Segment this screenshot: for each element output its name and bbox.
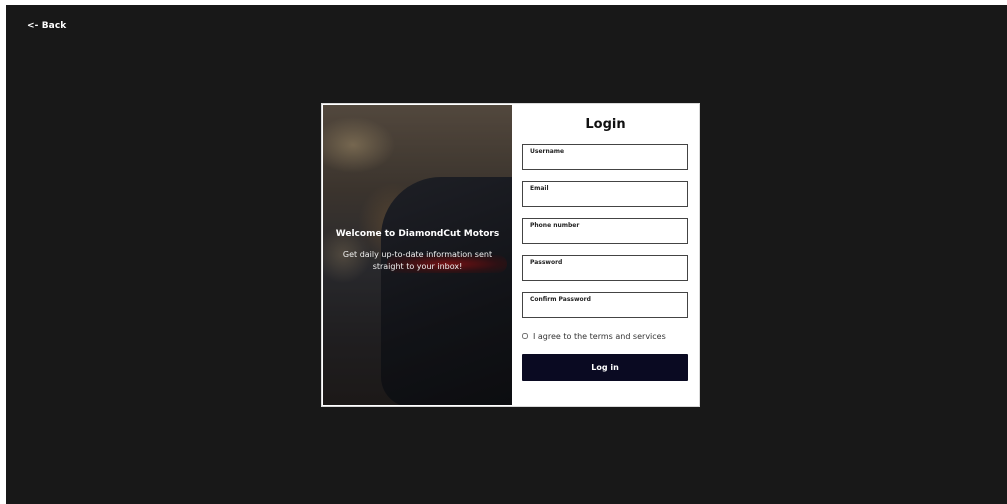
username-field[interactable]: Username [522,144,688,170]
hero-panel: Welcome to DiamondCut Motors Get daily u… [323,105,512,405]
email-field[interactable]: Email [522,181,688,207]
confirm-password-input[interactable] [529,305,679,315]
username-input[interactable] [529,157,679,167]
terms-row: I agree to the terms and services [522,330,666,342]
username-label: Username [530,148,565,155]
password-field[interactable]: Password [522,255,688,281]
hero-title: Welcome to DiamondCut Motors [335,229,500,239]
terms-label[interactable]: I agree to the terms and services [533,332,666,341]
login-card: Welcome to DiamondCut Motors Get daily u… [321,103,700,407]
password-label: Password [530,259,563,266]
confirm-password-field[interactable]: Confirm Password [522,292,688,318]
phone-field[interactable]: Phone number [522,218,688,244]
login-form: Login Username Email Phone number Passwo… [512,104,699,406]
hero-subtitle: Get daily up-to-date information sent st… [342,250,493,271]
phone-input[interactable] [529,231,679,241]
back-link[interactable]: <- Back [27,21,66,31]
app-viewport: <- Back Welcome to DiamondCut Motors Get… [6,5,1007,504]
password-input[interactable] [529,268,679,278]
confirm-password-label: Confirm Password [530,296,591,303]
terms-checkbox[interactable] [522,333,528,339]
email-input[interactable] [529,194,679,204]
login-button[interactable]: Log in [522,354,688,381]
form-title: Login [585,117,626,132]
email-label: Email [530,185,549,192]
phone-label: Phone number [530,222,580,229]
